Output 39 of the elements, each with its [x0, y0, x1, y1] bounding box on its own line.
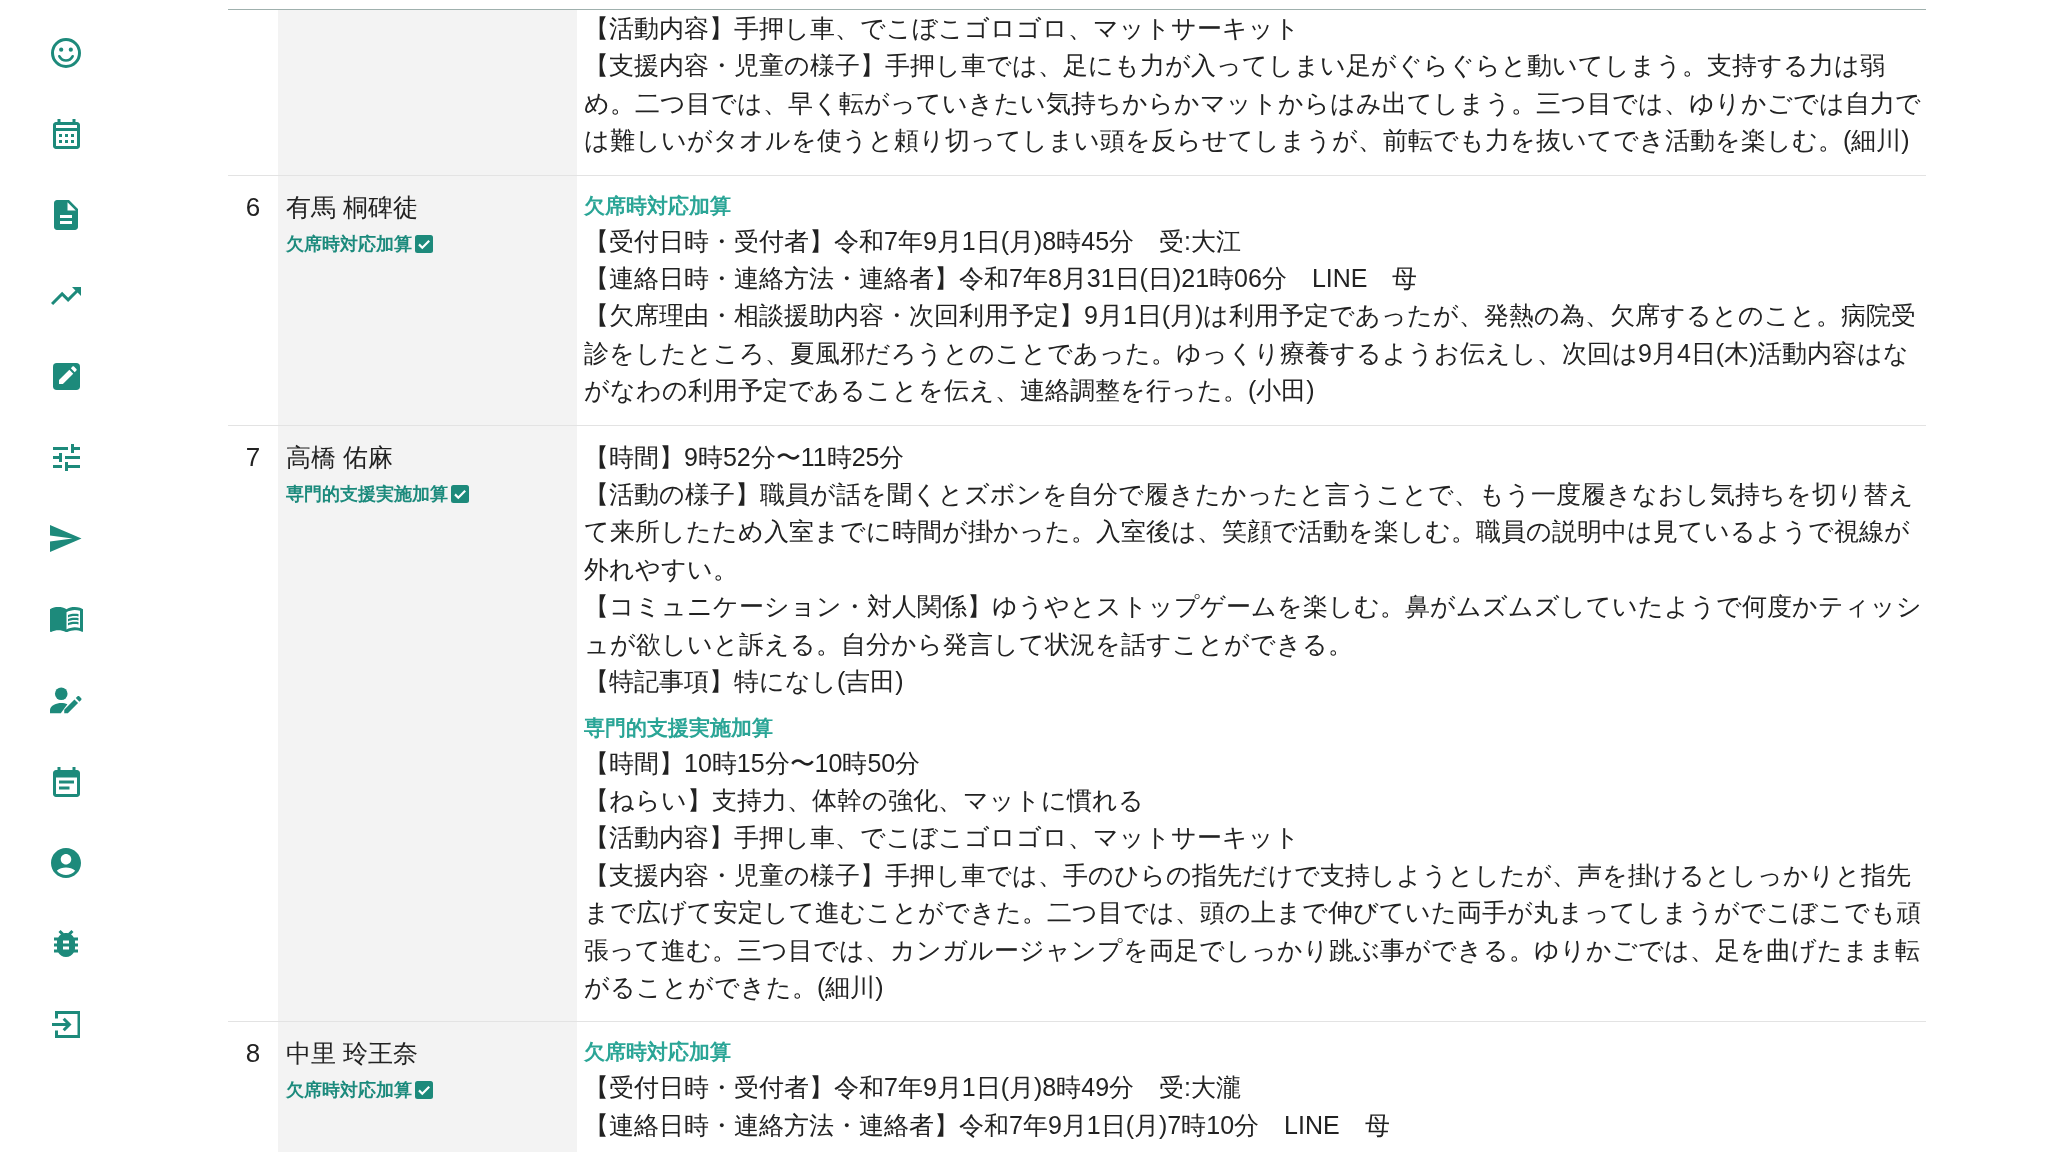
- record-text: 【ねらい】支持力、体幹の強化、マットに慣れる: [584, 784, 1145, 816]
- record-text: 【欠席理由・相談援助内容・次回利用予定】9月1日(月)は利用予定であったが、発熱の為、欠席するとのこと。病院受診をしたところ、夏風邪だろうとのことであった。ゆっくり療養するようお伝えし、次回は9月4日(木)活動内容はながなわの利用予定であることを伝え、連絡調整を行った。(小田): [584, 300, 1918, 407]
- book-icon[interactable]: [49, 606, 83, 633]
- section-title: 専門的支援実施加算: [584, 714, 774, 741]
- send-icon[interactable]: [50, 525, 82, 552]
- record-text: 【支援内容・児童の様子】手押し車では、手のひらの指先だけで支持しようとしたが、声を掛けるとしっかりと指先まで広げて安定して進むことができた。二つ目では、頭の上まで伸びていた両手が丸まってしまうがでこぼこでも頑張って進む。三つ目では、カンガルージャンプを両足でしっかり跳ぶ事ができる。ゆりかごでは、足を曲げたまま転がることができた。(細川): [584, 859, 1922, 1003]
- record-text: 【時間】9時52分〜11時25分: [584, 441, 906, 473]
- record-text: 【活動の様子】職員が話を聞くとズボンを自分で履きたかったと言うことで、もう一度履きなおし気持ちを切り替えて来所したため入室までに時間が掛かった。入室後は、笑顔で活動を楽しむ。職員の説明中は見ているようで視線が外れやすい。: [584, 479, 1915, 585]
- row-number: 8: [245, 1037, 261, 1071]
- sliders-icon[interactable]: [52, 444, 80, 471]
- row-number: 6: [245, 190, 261, 224]
- record-text: 【連絡日時・連絡方法・連絡者】令和7年8月31日(日)21時06分 LINE 母: [584, 263, 1419, 295]
- record-text: 【支援内容・児童の様子】手押し車では、足にも力が入ってしまい足がぐらぐらと動いてしまう。支持する力は弱め。二つ目では、早く転がっていきたい気持ちからかマットからはみ出てしまう。三つ目では、ゆりかごでは自力では難しいがタオルを使うと頼り切ってしまい頭を反らせてしまうが、前転でも力を抜いてでき活動を楽しむ。(細川): [584, 50, 1922, 157]
- record-text: 【活動内容】手押し車、でこぼこゴロゴロ、マットサーキット: [584, 13, 1301, 44]
- addition-label: 専門的支援実施加算: [286, 482, 448, 506]
- calendar-notes-icon[interactable]: [52, 766, 80, 797]
- trend-up-icon[interactable]: [51, 286, 81, 305]
- record-text: 【コミュニケーション・対人関係】ゆうやとストップゲームを楽しむ。鼻がムズムズしていたようで何度かティッシュが欲しいと訴える。自分から発言して状況を話すことができる。: [584, 591, 1923, 660]
- child-name: 有馬 桐碑徒: [286, 192, 419, 223]
- addition-label: 欠席時対応加算: [286, 1079, 412, 1103]
- document-icon[interactable]: [54, 199, 78, 230]
- row-number: 7: [245, 440, 261, 474]
- section-title: 欠席時対応加算: [584, 192, 732, 219]
- record-text: 【受付日時・受付者】令和7年9月1日(月)8時49分 受:大瀧: [584, 1072, 1243, 1104]
- addition-label: 欠席時対応加算: [286, 232, 412, 256]
- record-text: 【特記事項】特になし(吉田): [584, 666, 905, 698]
- calendar-icon[interactable]: [52, 118, 80, 149]
- record-text: 【受付日時・受付者】令和7年9月1日(月)8時45分 受:大江: [584, 225, 1243, 257]
- section-title: 欠席時対応加算: [584, 1039, 732, 1066]
- record-text: 【時間】10時15分〜10時50分: [584, 747, 922, 779]
- child-name: 高橋 佑麻: [286, 442, 394, 473]
- record-text: 【連絡日時・連絡方法・連絡者】令和7年9月1日(月)7時10分 LINE 母: [584, 1109, 1391, 1141]
- bug-icon[interactable]: [54, 930, 78, 957]
- smiley-icon[interactable]: [51, 37, 81, 68]
- arrow-into-box-icon[interactable]: [51, 1011, 81, 1038]
- record-text: 【活動内容】手押し車、でこぼこゴロゴロ、マットサーキット: [584, 822, 1301, 854]
- person-pencil-icon[interactable]: [50, 687, 82, 714]
- child-name: 中里 玲王奈: [286, 1039, 419, 1070]
- pencil-square-icon[interactable]: [52, 363, 80, 390]
